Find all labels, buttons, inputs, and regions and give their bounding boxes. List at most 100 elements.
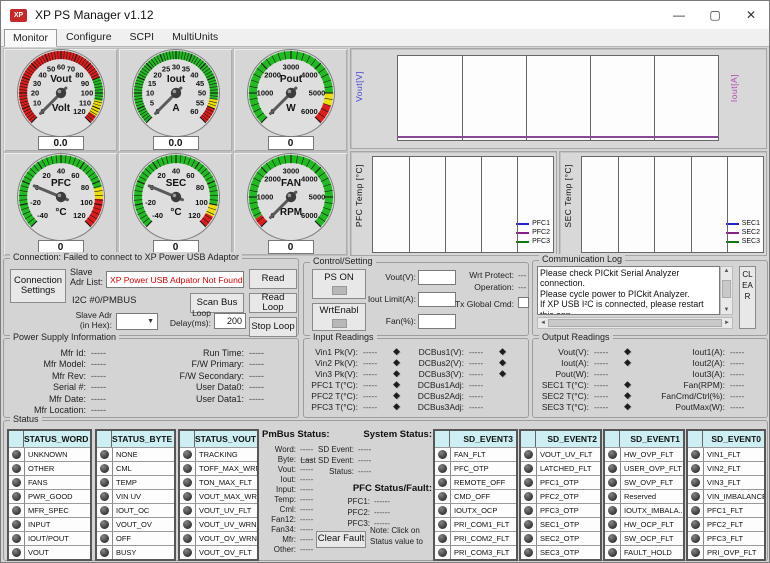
comm-log-vscrollbar[interactable]: ▲ ▼	[720, 266, 733, 315]
svg-text:°C: °C	[170, 207, 181, 218]
vout-iout-chart: Vout[V] Iout[A]	[350, 48, 767, 149]
comm-log-textarea[interactable]: Please check PICkit Serial Analyzer conn…	[537, 266, 720, 315]
led-indicator	[12, 534, 21, 543]
reading-row: FanCmd/Ctrl(%):-----	[645, 390, 760, 401]
status-value[interactable]: -----	[300, 545, 313, 554]
status-flag-label: VOUT_UV_WRN	[195, 518, 257, 531]
status-flag-label: VOUT_OV_WRN	[195, 532, 257, 545]
slave-adr-dropdown[interactable]: ▼	[116, 313, 158, 330]
status-row: PRI_COM3_FLT	[435, 545, 516, 559]
status-value[interactable]: -----	[358, 467, 371, 476]
header-corner	[9, 431, 24, 447]
maximize-button[interactable]: ▢	[697, 1, 733, 29]
status-row: OFF	[97, 531, 174, 545]
status-diamond-icon: ◆	[624, 346, 631, 357]
gauge-grid: 0102030405060708090100110120VoutVolt0.00…	[3, 48, 349, 256]
connection-group-title: Connection: Failed to connect to XP Powe…	[10, 252, 242, 262]
stop-loop-button[interactable]: Stop Loop	[249, 317, 297, 337]
tab-configure[interactable]: Configure	[57, 28, 121, 46]
input-readings-right-column: DCBus1(V):-----◆DCBus2(V):-----◆DCBus3(V…	[410, 346, 506, 412]
control-field-input[interactable]	[418, 314, 456, 329]
header-corner	[521, 431, 536, 447]
led-indicator	[12, 478, 21, 487]
status-value[interactable]: -----	[300, 515, 313, 524]
tx-global-checkbox[interactable]	[518, 297, 529, 308]
reading-value: -----	[363, 380, 391, 390]
status-value[interactable]: -----	[300, 525, 313, 534]
scroll-left-icon[interactable]: ◄	[540, 320, 546, 326]
status-flag-label: SW_OVP_FLT	[620, 476, 683, 489]
connection-settings-button[interactable]: Connection Settings	[10, 269, 66, 303]
gauge-value-fan: 0	[268, 240, 314, 254]
status-flag-label: VOUT_MAX_WRN	[195, 490, 257, 503]
reading-value: -----	[594, 402, 622, 412]
status-flag-label: VOUT_OV_FLT	[195, 546, 257, 559]
ps-on-button[interactable]: PS ON	[312, 269, 366, 299]
legend-entry-pfc2: PFC2	[516, 228, 550, 237]
adaptor-status-text: XP Power USB Adpator Not Found	[110, 275, 243, 285]
control-field-label: Vout(V):	[364, 273, 416, 283]
svg-text:20: 20	[30, 89, 38, 98]
status-row: PFC1_FLT	[688, 503, 764, 517]
status-flag-label: TRACKING	[195, 448, 257, 461]
svg-text:80: 80	[195, 183, 203, 192]
output-readings-right-column: Iout1(A):-----Iout2(A):-----Iout3(A):---…	[645, 346, 760, 412]
scroll-up-icon[interactable]: ▲	[724, 268, 730, 274]
status-value[interactable]: -----	[300, 485, 313, 494]
close-button[interactable]: ✕	[733, 1, 769, 29]
status-value[interactable]: -----	[300, 505, 313, 514]
status-value-label: Input:	[260, 485, 296, 494]
status-row: VOUT_UV_WRN	[180, 517, 257, 531]
title-bar: XP XP PS Manager v1.12 — ▢ ✕	[1, 1, 769, 29]
led-indicator	[100, 464, 109, 473]
comm-log-hscrollbar[interactable]: ◄ ►	[537, 317, 733, 329]
tab-monitor[interactable]: Monitor	[4, 29, 57, 47]
status-flag-label: HW_OVP_FLT	[620, 448, 683, 461]
svg-text:50: 50	[46, 65, 54, 74]
ps-info-group: Power Supply Information Mfr Id:-----Mfr…	[3, 338, 299, 418]
status-flag-label: PRI_COM3_FLT	[450, 546, 516, 559]
clear-fault-button[interactable]: Clear Fault	[316, 531, 366, 548]
svg-text:5: 5	[149, 99, 153, 108]
ps-on-label: PS ON	[324, 273, 354, 283]
status-value[interactable]: -----	[300, 495, 313, 504]
reading-label: Iout3(A):	[645, 369, 725, 379]
svg-text:25: 25	[161, 65, 169, 74]
status-flag-label: OFF	[112, 532, 174, 545]
vscroll-thumb[interactable]	[722, 280, 731, 298]
slave-adr-list-label-line1: Slave	[70, 267, 103, 277]
status-value[interactable]: ------	[374, 508, 390, 517]
input-readings-group: Input Readings Vin1 Pk(V):-----◆Vin2 Pk(…	[303, 338, 529, 418]
status-group-title: Status	[10, 414, 42, 424]
adaptor-status-combobox[interactable]: XP Power USB Adpator Not Found	[106, 271, 244, 288]
reading-value: -----	[91, 359, 131, 369]
status-row: VOUT	[9, 545, 90, 559]
control-field-input[interactable]	[418, 270, 456, 285]
status-value[interactable]: ------	[374, 497, 390, 506]
clear-log-button[interactable]: CLEAR	[739, 266, 756, 329]
hscroll-thumb[interactable]	[548, 319, 722, 327]
status-value-label: Cml:	[260, 505, 296, 514]
reading-row: SEC3 T(°C):-----◆	[537, 401, 631, 412]
tab-multiunits[interactable]: MultiUnits	[163, 28, 227, 46]
led-indicator	[524, 450, 533, 459]
loop-delay-input[interactable]: 200	[214, 313, 246, 329]
status-row: TON_MAX_FLT	[180, 475, 257, 489]
tab-scpi[interactable]: SCPI	[121, 28, 164, 46]
reading-value: -----	[594, 369, 622, 379]
status-value[interactable]: -----	[358, 445, 371, 454]
minimize-button[interactable]: —	[661, 1, 697, 29]
status-value[interactable]: -----	[300, 475, 313, 484]
status-value[interactable]: -----	[300, 535, 313, 544]
scroll-down-icon[interactable]: ▼	[724, 307, 730, 313]
wrt-enabl-button[interactable]: WrtEnabl	[312, 303, 366, 331]
read-button[interactable]: Read	[249, 269, 297, 289]
status-diamond-icon: ◆	[393, 401, 400, 412]
pfc-temp-chart: PFC Temp [°C] PFC1PFC2PFC3	[350, 151, 557, 256]
status-value[interactable]: -----	[358, 456, 371, 465]
read-loop-button[interactable]: Read Loop	[249, 293, 297, 313]
status-row: VIN1_FLT	[688, 447, 764, 461]
reading-value: -----	[730, 358, 760, 368]
scroll-right-icon[interactable]: ►	[724, 320, 730, 326]
reading-value: -----	[469, 380, 497, 390]
